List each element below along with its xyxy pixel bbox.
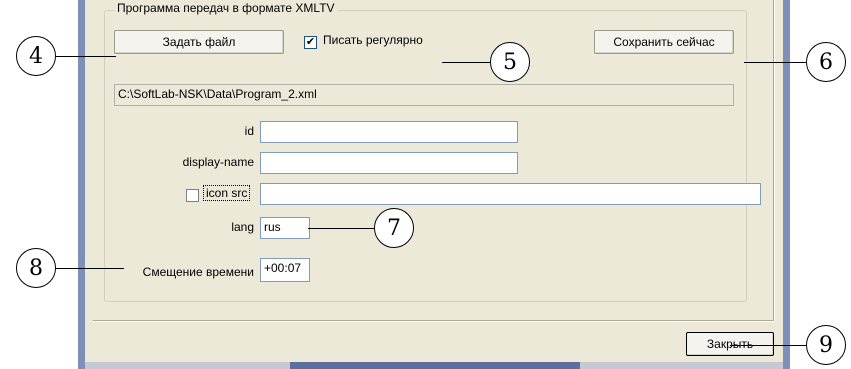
- id-input[interactable]: [260, 121, 518, 143]
- save-now-button[interactable]: Сохранить сейчас: [594, 30, 734, 54]
- lang-input[interactable]: rus: [260, 217, 310, 239]
- callout-line-5: [442, 62, 490, 63]
- close-button[interactable]: Закрыть: [686, 332, 774, 356]
- set-file-label: Задать файл: [162, 35, 236, 49]
- callout-line-4: [56, 56, 116, 57]
- callout-5: 5: [490, 42, 530, 82]
- id-label: id: [244, 124, 254, 138]
- callout-9: 9: [806, 325, 846, 365]
- write-regularly-label: Писать регулярно: [323, 33, 423, 47]
- time-offset-label: Смещение времени: [142, 265, 254, 279]
- window-border-right: [783, 0, 790, 369]
- close-label: Закрыть: [706, 337, 754, 351]
- callout-4: 4: [16, 36, 56, 76]
- callout-line-8: [56, 268, 124, 269]
- icon-src-checkbox[interactable]: [186, 189, 199, 202]
- callout-line-6: [744, 62, 806, 63]
- callout-6: 6: [806, 42, 846, 82]
- set-file-button[interactable]: Задать файл: [114, 30, 284, 54]
- check-mark-icon: ✔: [305, 36, 316, 48]
- write-regularly-checkbox[interactable]: ✔: [304, 36, 317, 49]
- time-offset-input[interactable]: +00:07: [260, 258, 310, 282]
- icon-src-label: icon src: [203, 185, 251, 201]
- display-name-input[interactable]: [260, 152, 518, 174]
- callout-8: 8: [16, 248, 56, 288]
- callout-line-9: [730, 345, 808, 346]
- lang-label: lang: [231, 220, 254, 234]
- callout-7: 7: [374, 208, 414, 248]
- callout-line-7: [308, 228, 374, 229]
- icon-src-input[interactable]: [260, 183, 761, 205]
- save-now-label: Сохранить сейчас: [613, 35, 715, 49]
- display-name-label: display-name: [182, 155, 254, 169]
- file-path-field: C:\SoftLab-NSK\Data\Program_2.xml: [114, 84, 734, 106]
- groupbox-title: Программа передач в формате XMLTV: [114, 1, 338, 15]
- taskbar-strip-dark: [290, 362, 580, 369]
